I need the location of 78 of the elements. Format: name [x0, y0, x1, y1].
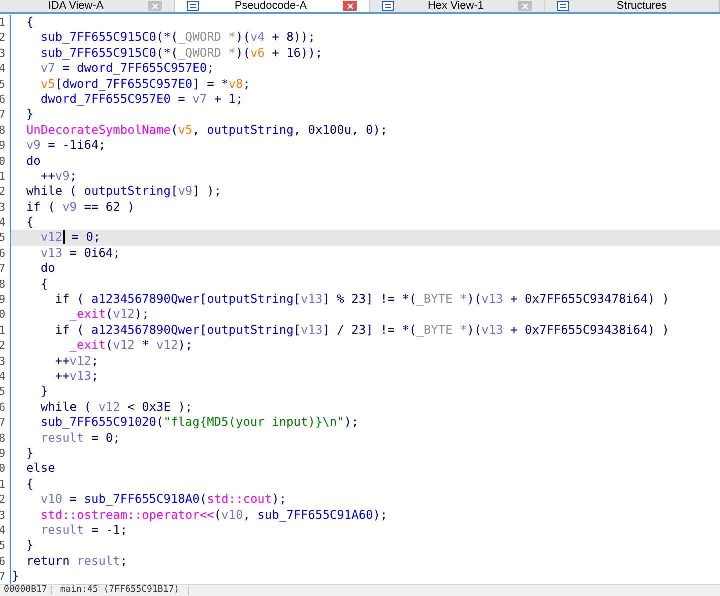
code-line: ++v13;: [54, 368, 100, 384]
code-line: _exit(v12);: [68, 307, 150, 323]
line-number: 9: [0, 292, 7, 308]
line-number: 1: [0, 476, 7, 492]
line-number: 7: [0, 569, 7, 584]
code-line: do: [25, 154, 42, 169]
code-line: result = 0;: [40, 430, 122, 446]
code-line: v5[dword_7FF655C957E0] = *v8;: [40, 76, 252, 92]
document-icon: [557, 1, 569, 11]
code-line: }: [11, 569, 20, 584]
line-number: 7: [0, 261, 7, 277]
close-icon[interactable]: [518, 1, 532, 11]
code-line: sub_7FF655C91020("flag{MD5(your input)}\n");: [40, 415, 360, 431]
line-number: 0: [0, 154, 7, 169]
code-line: std::ostream::operator<<(v10, sub_7FF655C91A60);: [40, 508, 389, 523]
close-icon[interactable]: [148, 1, 162, 11]
code-line: {: [25, 15, 35, 30]
code-line: if ( a1234567890Qwer[outputString[v13] % 23] != *(_BYTE *)(v13 + 0x7FF655C93478i64) ): [54, 292, 671, 308]
code-line: }: [25, 446, 35, 462]
code-line: result = -1;: [40, 522, 129, 538]
line-number: 3: [0, 200, 7, 216]
line-number: 1: [0, 168, 7, 184]
close-icon[interactable]: [343, 1, 357, 11]
line-number: 3: [0, 46, 7, 62]
line-number: 1: [0, 322, 7, 338]
code-line: }: [25, 538, 35, 554]
code-line: return result;: [25, 554, 129, 570]
code-line: }: [40, 384, 50, 400]
line-number: 7: [0, 107, 7, 123]
code-line: while ( outputString[v9] );: [25, 184, 223, 200]
line-number: 8: [0, 122, 7, 138]
code-line: if ( a1234567890Qwer[outputString[v13] / 23] != *(_BYTE *)(v13 + 0x7FF655C93438i64) ): [54, 322, 671, 338]
line-number: 2: [0, 492, 7, 508]
line-number: 8: [0, 430, 7, 446]
document-icon: [187, 1, 199, 11]
line-number: 6: [0, 554, 7, 570]
document-icon: [382, 1, 394, 11]
line-number: 2: [0, 184, 7, 200]
status-location: main:45 (7FF655C91B17): [52, 586, 189, 596]
line-number: 0: [0, 307, 7, 323]
code-line: {: [25, 476, 35, 492]
line-number: 9: [0, 446, 7, 462]
line-number: 5: [0, 384, 7, 400]
line-number: 2: [0, 30, 7, 46]
line-number: 5: [0, 538, 7, 554]
line-number: 6: [0, 400, 7, 416]
line-number: 8: [0, 276, 7, 292]
code-line: _exit(v12 * v12);: [68, 338, 194, 354]
line-number: 5: [0, 230, 7, 246]
code-line: v9 = -1i64;: [25, 138, 107, 154]
code-line: {: [40, 276, 50, 292]
code-line: do: [40, 261, 56, 277]
code-line: ++v12;: [54, 354, 100, 369]
code-line: ++v9;: [40, 168, 78, 184]
code-line: {: [25, 215, 35, 230]
line-number: 6: [0, 92, 7, 108]
tab[interactable]: Pseudocode-A: [175, 0, 370, 12]
line-number: 2: [0, 338, 7, 354]
line-number: 6: [0, 246, 7, 262]
code-line: v7 = dword_7FF655C957E0;: [40, 61, 216, 77]
code-line: sub_7FF655C915C0(*(_QWORD *)(v4 + 8));: [40, 30, 316, 46]
code-line: v10 = sub_7FF655C918A0(std::cout);: [40, 492, 288, 508]
code-line: sub_7FF655C915C0(*(_QWORD *)(v6 + 16));: [40, 46, 324, 62]
line-number: 3: [0, 354, 7, 369]
code-line: v13 = 0i64;: [40, 246, 122, 262]
line-number: 1: [0, 15, 7, 30]
line-number: 3: [0, 508, 7, 523]
code-line: UnDecorateSymbolName(v5, outputString, 0x100u, 0);: [25, 122, 389, 138]
line-number: 5: [0, 76, 7, 92]
line-number: 7: [0, 415, 7, 431]
line-number: 0: [0, 461, 7, 477]
line-number: 9: [0, 138, 7, 154]
code-line: if ( v9 == 62 ): [25, 200, 136, 216]
code-line: while ( v12 < 0x3E );: [40, 400, 194, 416]
code-line: }: [25, 107, 35, 123]
status-offset: 00000B17: [0, 586, 52, 596]
code-line: else: [25, 461, 56, 477]
code-line: dword_7FF655C957E0 = v7 + 1;: [40, 92, 244, 108]
